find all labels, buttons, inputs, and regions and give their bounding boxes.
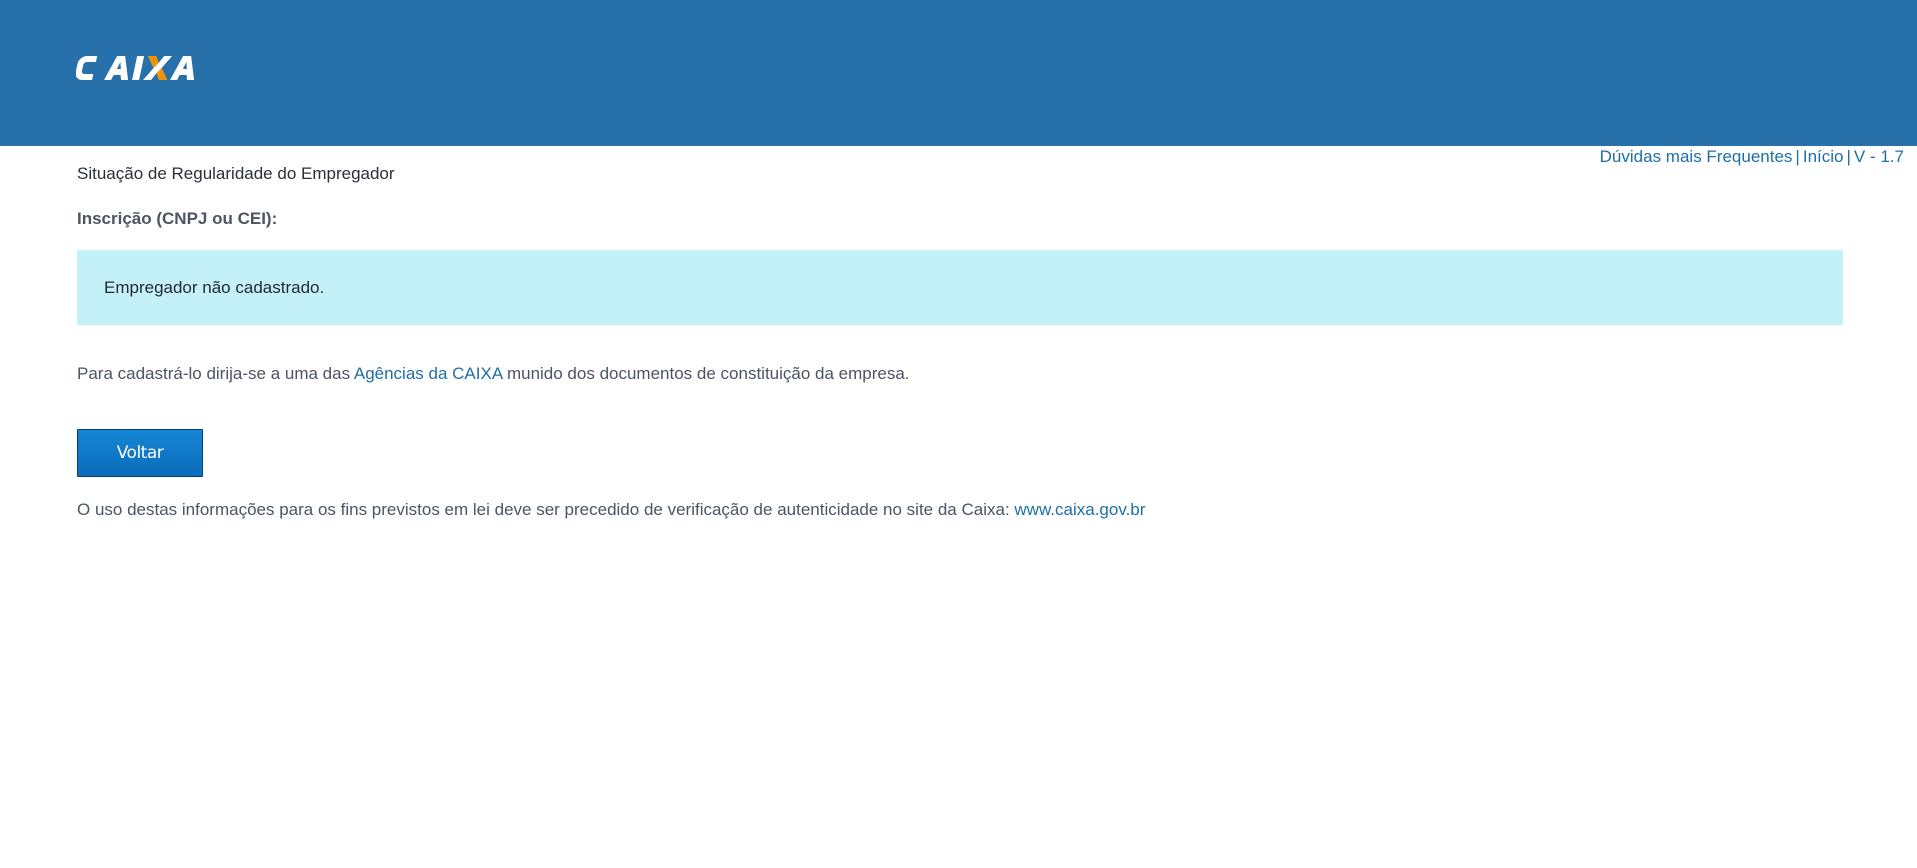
faq-link[interactable]: Dúvidas mais Frequentes: [1600, 147, 1793, 166]
version-label: V - 1.7: [1853, 147, 1904, 166]
separator: |: [1795, 147, 1800, 166]
separator: |: [1846, 147, 1851, 166]
caixa-site-link[interactable]: www.caixa.gov.br: [1014, 500, 1145, 519]
alert-message-box: Empregador não cadastrado.: [77, 250, 1843, 325]
page-title: Situação de Regularidade do Empregador: [77, 164, 395, 183]
home-link[interactable]: Início: [1803, 147, 1844, 166]
footer-prefix: O uso destas informações para os fins pr…: [77, 500, 1015, 519]
caixa-logo[interactable]: [76, 52, 206, 84]
agencias-link[interactable]: Agências da CAIXA: [354, 364, 502, 383]
inscricao-label: Inscrição (CNPJ ou CEI):: [77, 209, 278, 228]
top-links: Dúvidas mais Frequentes | Início | V - 1.7: [1600, 146, 1904, 168]
info-suffix: munido dos documentos de constituição da…: [502, 364, 910, 383]
info-text: Para cadastrá-lo dirija-se a uma das Agê…: [77, 363, 910, 385]
alert-message: Empregador não cadastrado.: [104, 277, 325, 297]
info-prefix: Para cadastrá-lo dirija-se a uma das: [77, 364, 354, 383]
back-button[interactable]: Voltar: [77, 429, 203, 477]
page-header: [0, 0, 1917, 146]
footer-text: O uso destas informações para os fins pr…: [77, 499, 1145, 521]
